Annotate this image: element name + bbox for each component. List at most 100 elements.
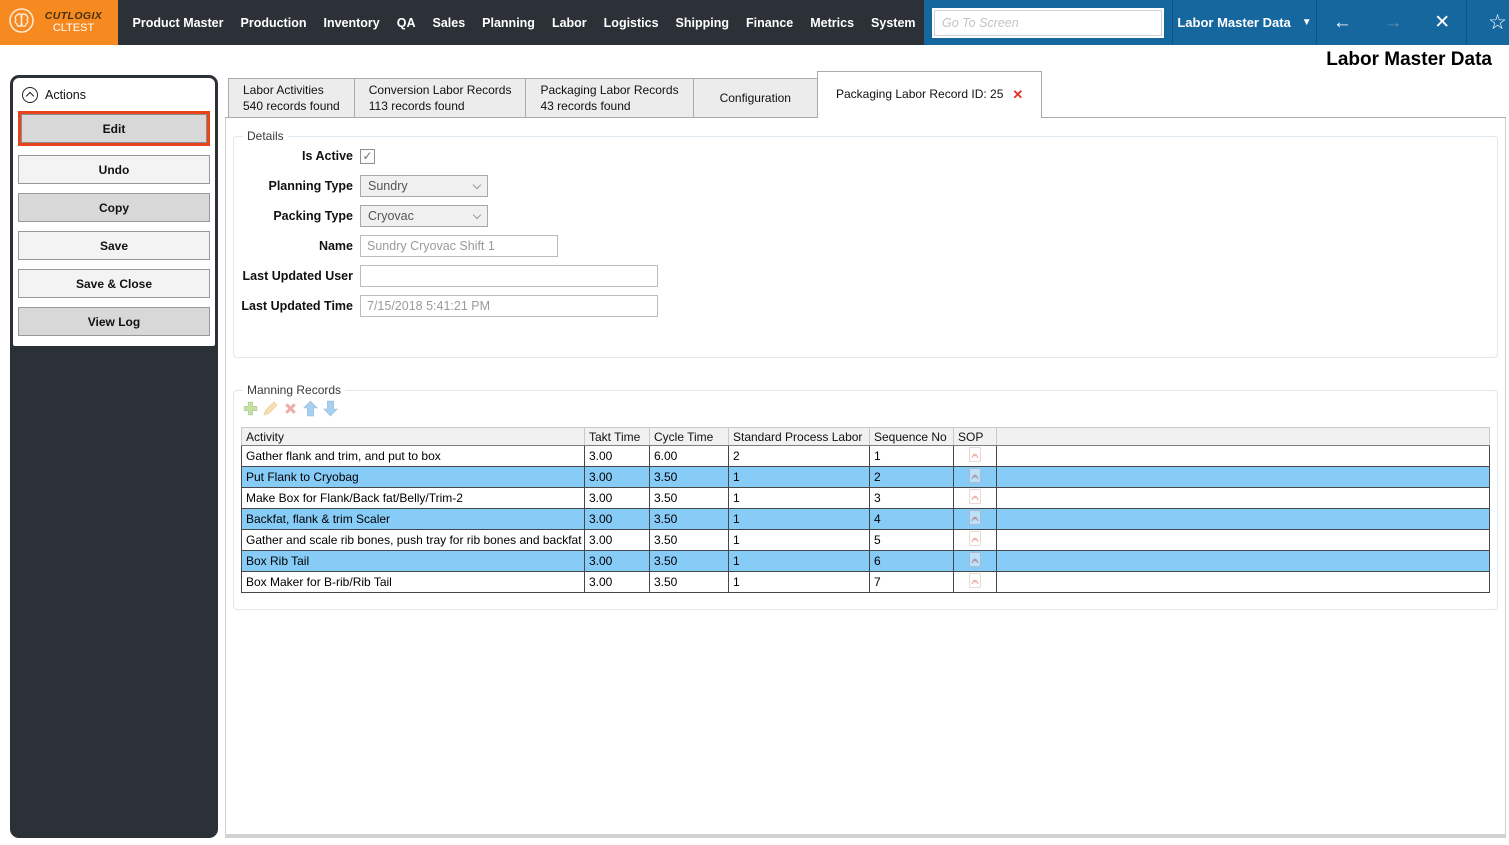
screen-selector-dropdown[interactable]: Labor Master Data ▼: [1173, 15, 1316, 30]
tab-labor-activities[interactable]: Labor Activities 540 records found: [228, 78, 355, 117]
logo-environment: CLTEST: [52, 22, 95, 35]
cell-activity: Gather and scale rib bones, push tray fo…: [241, 529, 585, 551]
nav-item-finance[interactable]: Finance: [738, 16, 802, 30]
cell-activity: Backfat, flank & trim Scaler: [241, 508, 585, 530]
cell-standard-process-labor: 1: [728, 550, 870, 572]
edit-button[interactable]: Edit: [21, 114, 207, 143]
edit-icon[interactable]: [262, 400, 279, 417]
copy-button-wrap: Copy: [18, 193, 210, 222]
column-header-sequence-no[interactable]: Sequence No: [869, 427, 954, 446]
forward-arrow-icon[interactable]: →: [1384, 12, 1403, 34]
tab-packaging-labor-records[interactable]: Packaging Labor Records 43 records found: [525, 78, 694, 117]
nav-item-logistics[interactable]: Logistics: [595, 16, 667, 30]
column-header-filler: [996, 427, 1490, 446]
nav-item-metrics[interactable]: Metrics: [802, 16, 863, 30]
pdf-icon[interactable]: [953, 529, 997, 551]
column-header-activity[interactable]: Activity: [241, 427, 585, 446]
cell-takt-time: 3.00: [584, 445, 650, 467]
nav-item-system[interactable]: System: [863, 16, 924, 30]
top-navigation-bar: CUTLOGIX CLTEST Product Master Production…: [0, 0, 1509, 45]
table-row[interactable]: Put Flank to Cryobag 3.00 3.50 1 2: [241, 466, 1490, 488]
column-header-sop[interactable]: SOP: [953, 427, 997, 446]
nav-item-shipping[interactable]: Shipping: [667, 16, 737, 30]
pdf-icon[interactable]: [953, 508, 997, 530]
tab-label: Packaging Labor Record ID: 25: [835, 87, 1004, 102]
last-updated-user-field[interactable]: [360, 265, 658, 287]
add-icon[interactable]: [242, 400, 259, 417]
move-down-icon[interactable]: [322, 400, 339, 417]
details-legend: Details: [247, 129, 284, 143]
goto-screen-input[interactable]: [934, 9, 1163, 36]
nav-item-labor[interactable]: Labor: [543, 16, 595, 30]
name-label: Name: [318, 239, 353, 253]
edit-button-wrap: Edit: [18, 111, 210, 146]
back-arrow-icon[interactable]: ←: [1333, 12, 1352, 34]
planning-type-select[interactable]: Sundry: [360, 175, 488, 197]
cell-cycle-time: 3.50: [649, 487, 729, 509]
close-screen-icon[interactable]: ✕: [1434, 11, 1450, 34]
cell-filler: [996, 529, 1490, 551]
actions-header[interactable]: Actions: [13, 78, 215, 111]
chevron-down-icon: [472, 180, 482, 189]
undo-button[interactable]: Undo: [18, 155, 210, 184]
delete-icon[interactable]: [282, 400, 299, 417]
cell-sequence-no: 1: [869, 445, 954, 467]
packing-type-label: Packing Type: [273, 209, 353, 223]
view-log-button[interactable]: View Log: [18, 307, 210, 336]
cell-cycle-time: 3.50: [649, 466, 729, 488]
nav-item-product-master[interactable]: Product Master: [124, 16, 232, 30]
nav-item-inventory[interactable]: Inventory: [315, 16, 388, 30]
cell-filler: [996, 508, 1490, 530]
nav-item-sales[interactable]: Sales: [424, 16, 474, 30]
last-updated-time-field[interactable]: [360, 295, 658, 317]
save-close-button[interactable]: Save & Close: [18, 269, 210, 298]
table-row[interactable]: Box Maker for B-rib/Rib Tail 3.00 3.50 1 7: [241, 571, 1490, 593]
name-field[interactable]: [360, 235, 558, 257]
close-tab-icon[interactable]: ✕: [1012, 86, 1023, 104]
tab-configuration[interactable]: Configuration: [692, 78, 818, 117]
action-buttons: Edit Undo Copy Save Save & Close View Log: [13, 111, 215, 336]
table-row[interactable]: Gather flank and trim, and put to box 3.0…: [241, 445, 1490, 467]
copy-button[interactable]: Copy: [18, 193, 210, 222]
column-header-takt-time[interactable]: Takt Time: [584, 427, 650, 446]
pdf-icon[interactable]: [953, 550, 997, 572]
cell-takt-time: 3.00: [584, 487, 650, 509]
app-logo[interactable]: CUTLOGIX CLTEST: [0, 0, 118, 45]
nav-item-production[interactable]: Production: [232, 16, 315, 30]
table-row[interactable]: Backfat, flank & trim Scaler 3.00 3.50 1 4: [241, 508, 1490, 530]
table-row[interactable]: Gather and scale rib bones, push tray fo…: [241, 529, 1490, 551]
table-row[interactable]: Make Box for Flank/Back fat/Belly/Trim-2…: [241, 487, 1490, 509]
pdf-icon[interactable]: [953, 487, 997, 509]
nav-item-planning[interactable]: Planning: [474, 16, 544, 30]
actions-panel-title: Actions: [45, 88, 86, 102]
table-row[interactable]: Box Rib Tail 3.00 3.50 1 6: [241, 550, 1490, 572]
collapse-chevron-icon[interactable]: [22, 87, 38, 103]
tab-conversion-labor-records[interactable]: Conversion Labor Records 113 records foun…: [353, 78, 527, 117]
save-button[interactable]: Save: [18, 231, 210, 260]
cell-sequence-no: 5: [869, 529, 954, 551]
tab-content: Details Is Active ✓ Planning Type Sundry…: [225, 118, 1506, 838]
pdf-icon[interactable]: [953, 466, 997, 488]
cell-filler: [996, 445, 1490, 467]
tab-packaging-labor-record-id-25[interactable]: Packaging Labor Record ID: 25 ✕: [816, 71, 1043, 118]
packing-type-select[interactable]: Cryovac: [360, 205, 488, 227]
is-active-label: Is Active: [302, 149, 353, 163]
nav-item-qa[interactable]: QA: [388, 16, 424, 30]
cell-filler: [996, 466, 1490, 488]
tab-record-count: 43 records found: [540, 99, 631, 113]
nav-menu: Product Master Production Inventory QA Sales…: [118, 0, 924, 45]
pdf-icon[interactable]: [953, 571, 997, 593]
save-close-button-wrap: Save & Close: [18, 269, 210, 298]
column-header-cycle-time[interactable]: Cycle Time: [649, 427, 729, 446]
pdf-icon[interactable]: [953, 445, 997, 467]
goto-screen-wrap: [932, 7, 1165, 38]
table-header-row: Activity Takt Time Cycle Time Standard Proc…: [241, 427, 1490, 446]
column-header-standard-process-labor[interactable]: Standard Process Labor: [728, 427, 870, 446]
star-icon[interactable]: ☆: [1488, 10, 1507, 35]
is-active-checkbox[interactable]: ✓: [360, 148, 375, 164]
move-up-icon[interactable]: [302, 400, 319, 417]
cell-sequence-no: 6: [869, 550, 954, 572]
cell-sequence-no: 7: [869, 571, 954, 593]
cell-activity: Put Flank to Cryobag: [241, 466, 585, 488]
cell-activity: Box Maker for B-rib/Rib Tail: [241, 571, 585, 593]
